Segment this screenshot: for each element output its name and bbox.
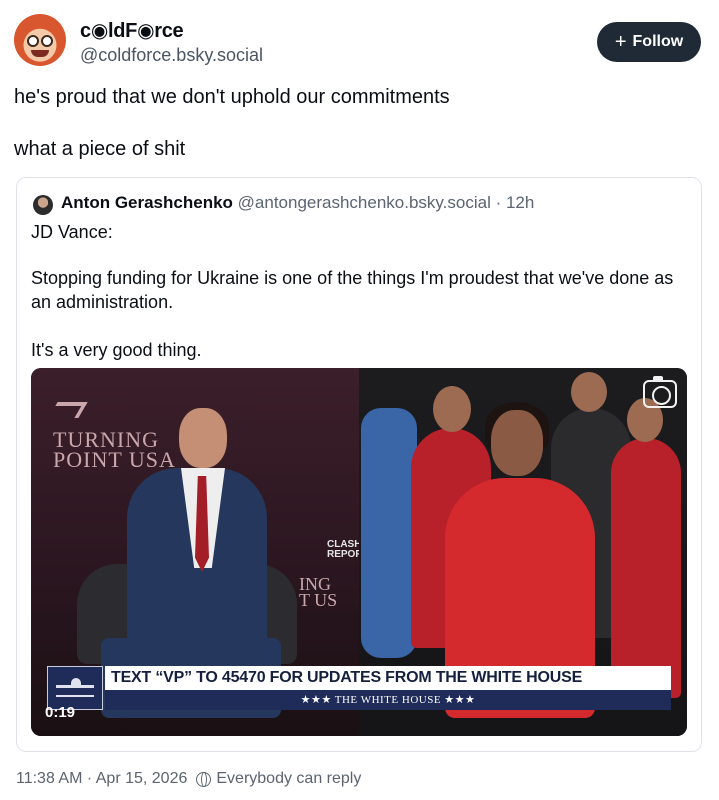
avatar-eye-right bbox=[41, 35, 53, 47]
chyron-subline: ★★★ THE WHITE HOUSE ★★★ bbox=[105, 690, 671, 710]
quote-author-line[interactable]: Anton Gerashchenko @antongerashchenko.bs… bbox=[61, 193, 534, 213]
reply-setting: Everybody can reply bbox=[216, 770, 362, 787]
chyron-headline: TEXT “VP” TO 45470 FOR UPDATES FROM THE … bbox=[105, 666, 671, 690]
follow-label: Follow bbox=[632, 33, 684, 50]
author-display-name[interactable]: c◉ldF◉rce bbox=[80, 18, 184, 43]
quote-text-line-1: JD Vance: bbox=[31, 222, 113, 242]
crowd-figure bbox=[611, 438, 681, 698]
avatar-mouth bbox=[31, 50, 49, 57]
quote-author-avatar[interactable] bbox=[33, 195, 53, 215]
video-duration: 0:19 bbox=[45, 704, 76, 721]
quote-author-meta: @antongerashchenko.bsky.social · 12h bbox=[237, 193, 535, 212]
stage-arrow-icon bbox=[48, 402, 88, 418]
follow-button[interactable]: + Follow bbox=[597, 22, 701, 62]
post-text-line-2: what a piece of shit bbox=[14, 138, 186, 160]
post-timestamp[interactable]: 11:38 AM · Apr 15, 2026 bbox=[16, 770, 187, 788]
camera-icon[interactable] bbox=[643, 376, 677, 408]
author-avatar[interactable] bbox=[14, 14, 66, 66]
speaker-head bbox=[179, 408, 227, 468]
stage-backdrop-text-secondary: ING T US bbox=[299, 574, 338, 610]
crowd-figure-blue bbox=[361, 408, 417, 658]
quote-text-line-3: It's a very good thing. bbox=[31, 340, 202, 360]
crowd-head bbox=[433, 386, 471, 432]
news-chyron: TEXT “VP” TO 45470 FOR UPDATES FROM THE … bbox=[47, 666, 671, 710]
post-text-line-1: he's proud that we don't uphold our comm… bbox=[14, 86, 450, 108]
post-footer: 11:38 AM · Apr 15, 2026 Everybody can re… bbox=[16, 770, 361, 788]
quoted-post-card[interactable]: Anton Gerashchenko @antongerashchenko.bs… bbox=[16, 177, 702, 752]
plus-icon: + bbox=[614, 31, 627, 53]
crowd-head bbox=[571, 372, 607, 412]
quote-author-name: Anton Gerashchenko bbox=[61, 193, 233, 212]
avatar-eye-left bbox=[27, 35, 39, 47]
crowd-woman-head bbox=[491, 410, 543, 476]
quote-text-line-2: Stopping funding for Ukraine is one of t… bbox=[31, 268, 674, 312]
globe-icon bbox=[196, 771, 212, 787]
author-handle[interactable]: @coldforce.bsky.social bbox=[80, 45, 263, 66]
post-header: c◉ldF◉rce @coldforce.bsky.social + Follo… bbox=[14, 14, 704, 74]
embedded-video[interactable]: TURNING POINT USA CLASH REPORT ING T US … bbox=[31, 368, 687, 736]
